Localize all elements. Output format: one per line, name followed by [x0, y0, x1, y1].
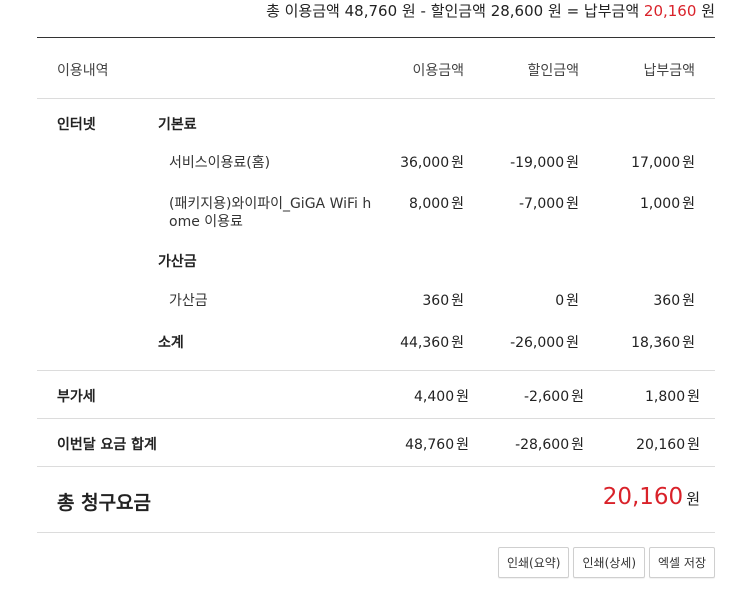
- summary-use-amount: 48,760: [344, 2, 398, 20]
- line-item-payment: 1,000 원: [640, 196, 695, 212]
- line-item-use: 8,000 원: [409, 196, 464, 212]
- bill-detail-table: 이용내역 이용금액 할인금액 납부금액 인터넷 기본료 서비스이용료(홈) 36…: [37, 37, 715, 533]
- table-header: 이용내역 이용금액 할인금액 납부금액: [37, 38, 715, 99]
- line-item-name: 서비스이용료(홈): [169, 155, 271, 171]
- print-summary-button[interactable]: 인쇄(요약): [497, 547, 570, 578]
- summary-discount-amount: 28,600: [490, 2, 544, 20]
- basic-fee-label: 기본료: [158, 117, 197, 133]
- line-item-name: 가산금: [169, 293, 208, 309]
- vat-discount: -2,600 원: [523, 389, 584, 405]
- summary-won: 원: [547, 2, 562, 20]
- summary-won: 원: [701, 2, 715, 20]
- subtotal-use: 44,360 원: [400, 335, 464, 351]
- line-item-use: 360 원: [422, 293, 464, 309]
- subtotal-payment: 18,360 원: [631, 335, 695, 351]
- vat-use: 4,400 원: [414, 389, 469, 405]
- line-item-discount: 0원: [555, 293, 579, 309]
- header-payment-amount: 납부금액: [643, 63, 695, 79]
- header-use-amount: 이용금액: [412, 63, 464, 79]
- vat-label: 부가세: [57, 389, 96, 405]
- month-total-payment: 20,160 원: [636, 437, 700, 453]
- line-item-name: (패키지용)와이파이_GiGA WiFi h: [169, 196, 372, 212]
- excel-save-button[interactable]: 엑셀 저장: [649, 547, 715, 578]
- summary-won: 원: [401, 2, 416, 20]
- line-item-payment: 360 원: [653, 293, 695, 309]
- vat-payment: 1,800 원: [645, 389, 700, 405]
- print-detail-button[interactable]: 인쇄(상세): [573, 547, 646, 578]
- grand-total-value: 20,160 원: [602, 484, 700, 510]
- line-item-name-cont: ome 이용료: [169, 214, 243, 230]
- vat-row: 부가세 4,400 원 -2,600 원 1,800 원: [37, 371, 715, 419]
- header-item: 이용내역: [57, 63, 109, 79]
- payment-summary-line: 총 이용금액 48,760 원 - 할인금액 28,600 원 = 납부금액 2…: [266, 0, 715, 24]
- summary-minus: -: [420, 2, 426, 20]
- grand-total-amount: 20,160: [602, 484, 684, 510]
- surcharge-label: 가산금: [158, 254, 197, 270]
- action-buttons: 인쇄(요약) 인쇄(상세) 엑셀 저장: [497, 547, 715, 578]
- line-item-use: 36,000 원: [400, 155, 464, 171]
- header-discount-amount: 할인금액: [527, 63, 579, 79]
- month-total-label: 이번달 요금 합계: [57, 437, 157, 453]
- category-internet: 인터넷: [57, 117, 96, 133]
- internet-section: 인터넷 기본료 서비스이용료(홈) 36,000 원 -19,000 원 17,00…: [37, 99, 715, 371]
- grand-total-row: 총 청구요금 20,160 원: [37, 467, 715, 533]
- line-item-discount: -19,000 원: [510, 155, 579, 171]
- grand-total-label: 총 청구요금: [57, 492, 152, 514]
- subtotal-label: 소계: [158, 335, 184, 351]
- month-total-discount: -28,600 원: [515, 437, 584, 453]
- summary-use-label: 총 이용금액: [266, 2, 340, 20]
- summary-equals: =: [566, 2, 580, 20]
- month-total-row: 이번달 요금 합계 48,760 원 -28,600 원 20,160 원: [37, 419, 715, 467]
- month-total-use: 48,760 원: [405, 437, 469, 453]
- summary-payment-label: 납부금액: [583, 2, 640, 20]
- summary-discount-label: 할인금액: [430, 2, 486, 20]
- summary-payment-amount: 20,160: [643, 2, 697, 20]
- line-item-payment: 17,000 원: [631, 155, 695, 171]
- subtotal-discount: -26,000 원: [510, 335, 579, 351]
- line-item-discount: -7,000 원: [518, 196, 579, 212]
